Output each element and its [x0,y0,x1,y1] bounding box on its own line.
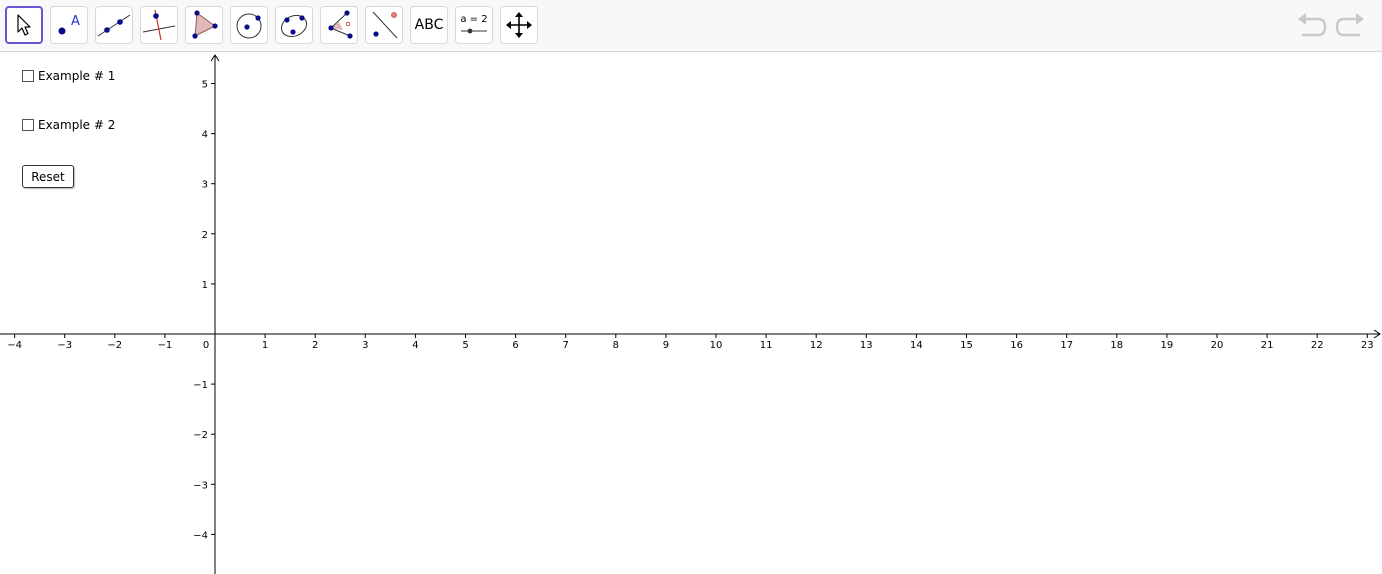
move-graphics-view-tool-button[interactable] [500,6,538,44]
x-tick-label: 21 [1261,340,1274,351]
conic-tool-button[interactable] [275,6,313,44]
point-a-icon: A [58,14,80,35]
example-1-label: Example # 1 [38,69,116,83]
x-tick-label: 2 [312,340,318,351]
x-tick-label: −2 [107,340,122,351]
perpendicular-line-tool-button[interactable] [140,6,178,44]
undo-icon [1298,13,1327,37]
x-tick-label: 13 [860,340,873,351]
x-tick-label: 6 [512,340,518,351]
x-tick-label: 3 [362,340,368,351]
circle-center-point-icon [236,13,262,39]
x-tick-label: 22 [1311,340,1324,351]
circle-tool-button[interactable] [230,6,268,44]
y-tick-label: 2 [202,230,208,241]
y-tick-label: 5 [202,80,208,91]
example-2-label: Example # 2 [38,118,116,132]
x-tick-label: 17 [1060,340,1073,351]
x-tick-label: 18 [1110,340,1123,351]
example-1-checkbox-box[interactable] [22,70,34,82]
undo-button[interactable] [1296,12,1328,40]
polygon-tool-button[interactable] [185,6,223,44]
x-tick-label: 11 [760,340,773,351]
x-tick-label: 20 [1211,340,1224,351]
point-tool-button[interactable]: A [50,6,88,44]
reflect-tool-button[interactable] [365,6,403,44]
reflect-about-line-icon [372,11,398,39]
polygon-icon [192,10,218,39]
x-tick-label: 7 [563,340,569,351]
toolbar: A ABC a = 2 [0,0,1382,52]
redo-icon [1335,13,1364,37]
x-tick-label: 12 [810,340,823,351]
arrow-pointer-icon [17,14,31,36]
x-tick-label: 16 [1010,340,1023,351]
y-tick-label: 3 [202,180,208,191]
graphics-view[interactable]: −4 −3 −2 −1 1 2 3 4 5 6 7 8 9 10 11 12 13 14 15 16 17 18 19 20 2… [0,53,1382,574]
y-tick-label: −4 [193,530,208,541]
ellipse-icon [280,14,308,38]
line-through-points-icon [97,14,131,37]
slider-tool-button[interactable]: a = 2 [455,6,493,44]
angle-icon [328,10,353,39]
x-tick-label: 4 [412,340,418,351]
y-axis-ticks: 5 4 3 2 1 −1 −2 −3 −4 [193,80,215,541]
x-tick-label: 1 [262,340,268,351]
x-tick-label: −4 [7,340,22,351]
y-tick-label: −1 [193,380,208,391]
x-tick-label: 5 [462,340,468,351]
slider-tool-label: a = 2 [460,14,487,25]
example-1-checkbox[interactable]: Example # 1 [22,69,115,83]
x-tick-label: −1 [158,340,173,351]
move-arrows-icon [506,12,532,38]
x-tick-label: 15 [960,340,973,351]
reset-button[interactable]: Reset [22,165,74,188]
x-tick-label: 10 [710,340,723,351]
x-tick-label: 19 [1161,340,1174,351]
y-tick-label: 1 [202,280,208,291]
x-tick-label: 14 [910,340,923,351]
example-2-checkbox[interactable]: Example # 2 [22,118,115,132]
x-tick-label: 8 [613,340,619,351]
text-tool-button[interactable]: ABC [410,6,448,44]
y-tick-label: −3 [193,480,208,491]
line-tool-button[interactable] [95,6,133,44]
slider-icon: a = 2 [460,14,488,34]
y-tick-label: −2 [193,430,208,441]
move-tool-button[interactable] [5,6,43,44]
x-tick-label: −3 [57,340,72,351]
text-icon: ABC [414,17,444,33]
redo-button[interactable] [1334,12,1366,40]
origin-label: 0 [203,340,209,351]
example-2-checkbox-box[interactable] [22,119,34,131]
perpendicular-line-icon [142,9,176,41]
y-tick-label: 4 [202,130,208,141]
angle-tool-button[interactable] [320,6,358,44]
x-tick-label: 23 [1361,340,1374,351]
point-tool-label: A [71,14,80,29]
x-axis-ticks: −4 −3 −2 −1 1 2 3 4 5 6 7 8 9 10 11 12 13 14 15 16 17 18 19 20 2… [7,334,1374,351]
x-tick-label: 9 [663,340,669,351]
